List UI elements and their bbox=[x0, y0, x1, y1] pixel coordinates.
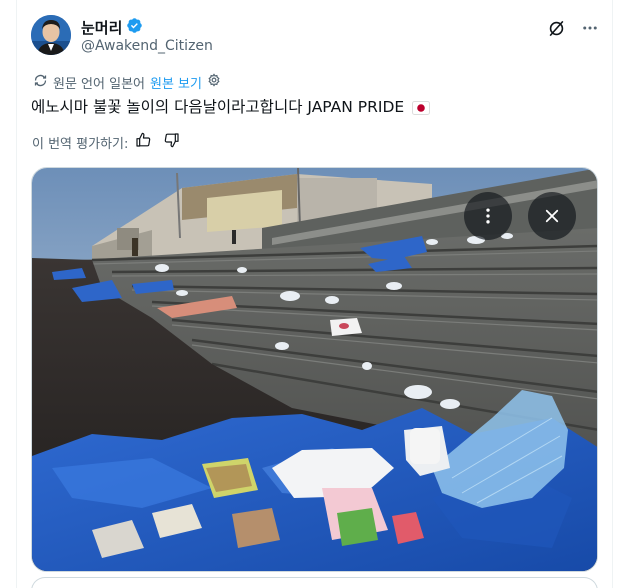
timeline-border-left bbox=[16, 0, 17, 588]
thumbs-down-icon[interactable] bbox=[164, 132, 180, 152]
thumbs-up-icon[interactable] bbox=[135, 132, 151, 152]
author-display-name[interactable]: 눈머리 bbox=[81, 17, 122, 38]
rate-translation-label: 이 번역 평가하기: bbox=[32, 136, 129, 152]
japan-flag-emoji bbox=[412, 99, 431, 121]
more-horizontal-icon[interactable] bbox=[579, 17, 601, 39]
tweet-text: 에노시마 불꽃 놀이의 다음날이라고합니다 JAPAN PRIDE bbox=[31, 96, 591, 121]
translation-notice: 원문 언어 일본어 원본 보기 bbox=[33, 73, 221, 92]
rate-translation: 이 번역 평가하기: bbox=[32, 132, 180, 152]
grok-icon[interactable] bbox=[545, 17, 567, 39]
tweet-photo[interactable] bbox=[31, 167, 598, 572]
timeline-border-right bbox=[612, 0, 613, 588]
verified-badge-icon bbox=[126, 17, 143, 38]
gear-icon[interactable] bbox=[207, 73, 221, 91]
author-handle[interactable]: @Awakend_Citizen bbox=[81, 38, 213, 54]
tweet-body: 에노시마 불꽃 놀이의 다음날이라고합니다 JAPAN PRIDE bbox=[31, 98, 405, 116]
avatar[interactable] bbox=[31, 15, 71, 55]
photo-scene bbox=[32, 168, 597, 571]
translate-icon bbox=[33, 73, 48, 92]
tweet-header: 눈머리 @Awakend_Citizen bbox=[31, 15, 601, 59]
more-vertical-icon[interactable] bbox=[464, 192, 512, 240]
close-icon[interactable] bbox=[528, 192, 576, 240]
translation-source-label: 원문 언어 일본어 bbox=[53, 76, 145, 92]
view-original-link[interactable]: 원본 보기 bbox=[150, 73, 202, 92]
next-card-edge bbox=[31, 577, 598, 588]
